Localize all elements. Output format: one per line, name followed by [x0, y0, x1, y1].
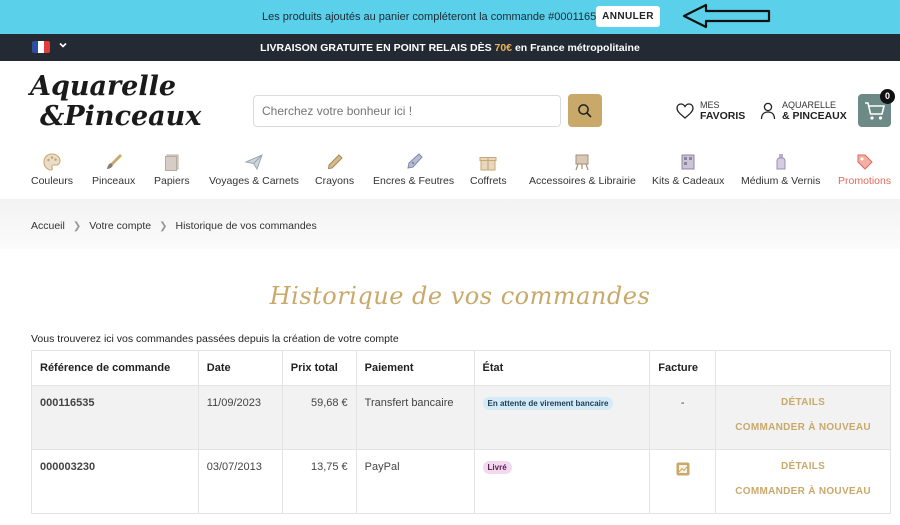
category-nav: Couleurs Pinceaux Papiers Voyages & Carn…	[0, 152, 900, 192]
arrow-left-icon	[682, 3, 771, 29]
column-header-payment: Paiement	[355, 350, 475, 386]
free-shipping-message: LIVRAISON GRATUITE EN POINT RELAIS DÈS 7…	[260, 42, 640, 54]
nav-item-pinceaux[interactable]: Pinceaux	[92, 152, 135, 187]
reorder-link[interactable]: COMMANDER À NOUVEAU	[724, 486, 882, 497]
nav-item-papiers[interactable]: Papiers	[154, 152, 190, 187]
cart-notice-text: Les produits ajoutés au panier compléter…	[262, 11, 612, 23]
column-header-total: Prix total	[281, 350, 357, 386]
cart-count-badge: 0	[880, 89, 895, 104]
order-reference: 000003230	[31, 449, 199, 514]
column-header-invoice: Facture	[649, 350, 717, 386]
order-total: 59,68 €	[281, 385, 357, 450]
paper-plane-icon	[244, 152, 264, 172]
gift-icon	[478, 152, 498, 172]
status-badge: Livré	[482, 461, 512, 474]
order-actions: DÉTAILS COMMANDER À NOUVEAU	[715, 449, 891, 514]
breadcrumb: Accueil ❯ Votre compte ❯ Historique de v…	[31, 220, 317, 232]
account-link[interactable]: AQUARELLE & PINCEAUX	[760, 100, 847, 122]
column-header-reference: Référence de commande	[31, 350, 199, 386]
intro-text: Vous trouverez ici vos commandes passées…	[31, 333, 399, 345]
order-actions: DÉTAILS COMMANDER À NOUVEAU	[715, 385, 891, 450]
order-invoice: -	[649, 385, 717, 450]
nav-item-encres-feutres[interactable]: Encres & Feutres	[373, 152, 454, 187]
orders-table: Référence de commande Date Prix total Pa…	[31, 350, 891, 514]
search-button[interactable]	[568, 94, 602, 127]
details-link[interactable]: DÉTAILS	[724, 397, 882, 408]
heart-icon	[676, 103, 694, 119]
order-date: 03/07/2013	[197, 449, 283, 514]
palette-icon	[42, 152, 62, 172]
nav-item-coffrets[interactable]: Coffrets	[470, 152, 507, 187]
nav-item-couleurs[interactable]: Couleurs	[31, 152, 73, 187]
tag-icon	[855, 152, 875, 172]
cart-icon	[864, 101, 885, 120]
status-badge: En attente de virement bancaire	[482, 397, 614, 410]
table-row: 000116535 11/09/2023 59,68 € Transfert b…	[31, 385, 891, 450]
brush-icon	[104, 152, 124, 172]
pencil-icon	[325, 152, 345, 172]
chevron-right-icon: ❯	[159, 220, 168, 232]
order-payment: Transfert bancaire	[355, 385, 475, 450]
user-icon	[760, 102, 776, 120]
nav-item-voyages-carnets[interactable]: Voyages & Carnets	[209, 152, 299, 187]
breadcrumb-home[interactable]: Accueil	[31, 220, 65, 232]
bottle-icon	[771, 152, 791, 172]
search-icon	[578, 103, 592, 118]
nav-item-kits-cadeaux[interactable]: Kits & Cadeaux	[652, 152, 724, 187]
nav-item-crayons[interactable]: Crayons	[315, 152, 354, 187]
pen-nib-icon	[404, 152, 424, 172]
table-header-row: Référence de commande Date Prix total Pa…	[31, 350, 891, 386]
table-row: 000003230 03/07/2013 13,75 € PayPal Livr…	[31, 449, 891, 514]
column-header-date: Date	[197, 350, 283, 386]
nav-item-accessoires-librairie[interactable]: Accessoires & Librairie	[529, 152, 636, 187]
column-header-actions	[715, 350, 891, 386]
favorites-link[interactable]: MES FAVORIS	[676, 100, 745, 122]
order-reference: 000116535	[31, 385, 199, 450]
breadcrumb-account[interactable]: Votre compte	[89, 220, 151, 232]
order-status-cell: Livré	[473, 449, 651, 514]
site-logo[interactable]: Aquarelle &Pinceaux	[30, 72, 201, 132]
easel-icon	[572, 152, 592, 172]
nav-item-promotions[interactable]: Promotions	[838, 152, 891, 187]
order-total: 13,75 €	[281, 449, 357, 514]
pdf-icon[interactable]	[675, 461, 691, 477]
order-invoice	[649, 449, 717, 514]
order-date: 11/09/2023	[197, 385, 283, 450]
paper-icon	[162, 152, 182, 172]
order-status-cell: En attente de virement bancaire	[473, 385, 651, 450]
details-link[interactable]: DÉTAILS	[724, 461, 882, 472]
nav-item-medium-vernis[interactable]: Médium & Vernis	[741, 152, 820, 187]
breadcrumb-current: Historique de vos commandes	[175, 220, 317, 232]
chevron-right-icon: ❯	[72, 220, 82, 232]
reorder-link[interactable]: COMMANDER À NOUVEAU	[724, 422, 882, 433]
page-title: Historique de vos commandes	[269, 282, 651, 310]
search-input[interactable]	[253, 95, 561, 127]
kit-icon	[678, 152, 698, 172]
column-header-status: État	[473, 350, 651, 386]
cancel-button[interactable]: ANNULER	[596, 6, 660, 27]
order-payment: PayPal	[355, 449, 475, 514]
